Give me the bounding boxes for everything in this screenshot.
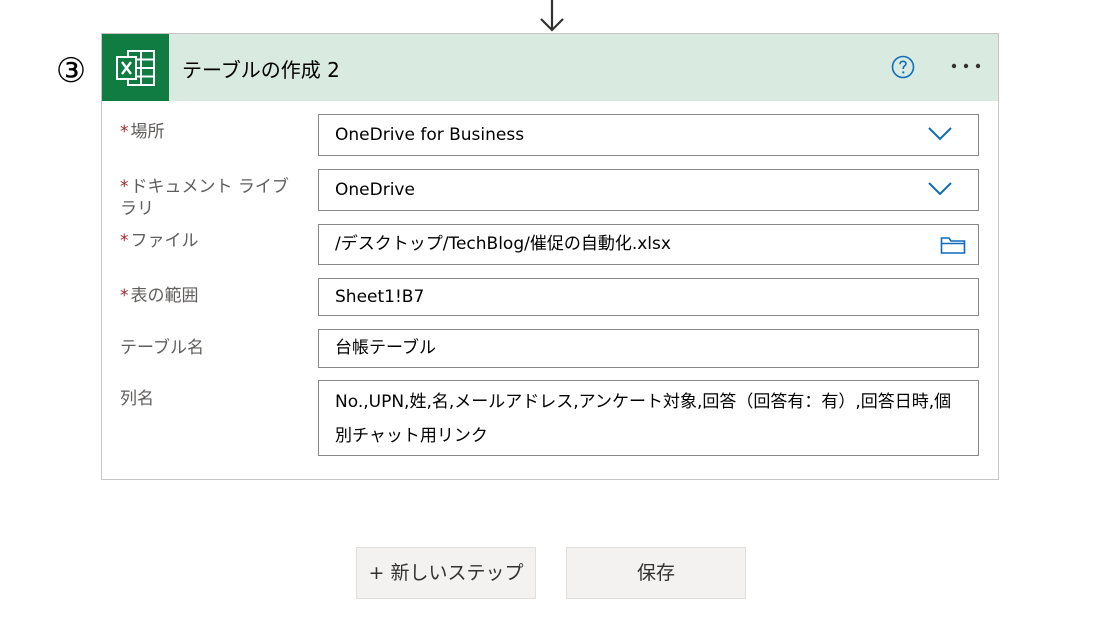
required-marker: *: [120, 231, 129, 251]
required-marker: *: [120, 122, 129, 142]
field-label-table-range: * 表の範囲: [120, 285, 300, 307]
chevron-down-icon[interactable]: [928, 127, 952, 141]
file-label-text: ファイル: [130, 231, 199, 251]
excel-icon: [116, 50, 155, 86]
new-step-button[interactable]: + 新しいステップ: [356, 547, 536, 599]
file-input[interactable]: /デスクトップ/TechBlog/催促の自動化.xlsx: [318, 224, 979, 265]
table-name-value: 台帳テーブル: [335, 338, 436, 358]
more-icon[interactable]: [949, 56, 985, 76]
field-label-column-names: 列名: [120, 388, 300, 410]
document-library-value: OneDrive: [335, 180, 415, 200]
table-range-label-text: 表の範囲: [130, 286, 199, 306]
file-value: /デスクトップ/TechBlog/催促の自動化.xlsx: [335, 234, 671, 254]
location-dropdown[interactable]: OneDrive for Business: [318, 114, 979, 156]
folder-icon[interactable]: [940, 235, 966, 255]
flow-designer-canvas: ③ テーブルの作成 2 * 場所 OneDrive for Business *…: [0, 0, 1111, 624]
step-number: ③: [55, 51, 87, 91]
table-name-label-text: テーブル名: [120, 338, 204, 358]
column-names-value: No.,UPN,姓,名,メールアドレス,アンケート対象,回答（回答有：有）,回答…: [335, 392, 952, 446]
card-header[interactable]: テーブルの作成 2: [102, 34, 998, 101]
location-value: OneDrive for Business: [335, 125, 525, 145]
table-name-input[interactable]: 台帳テーブル: [318, 329, 979, 368]
field-label-file: * ファイル: [120, 230, 300, 252]
table-range-value: Sheet1!B7: [335, 287, 425, 307]
location-label-text: 場所: [130, 122, 165, 142]
arrow-down-icon: [540, 0, 564, 32]
document-library-label-text: ドキュメント ライブラリ: [120, 177, 289, 219]
field-label-document-library: * ドキュメント ライブラリ: [120, 176, 300, 220]
required-marker: *: [120, 177, 129, 197]
column-names-input[interactable]: No.,UPN,姓,名,メールアドレス,アンケート対象,回答（回答有：有）,回答…: [318, 380, 979, 456]
required-marker: *: [120, 286, 129, 306]
field-label-location: * 場所: [120, 121, 300, 143]
card-title[interactable]: テーブルの作成 2: [182, 54, 340, 83]
save-button[interactable]: 保存: [566, 547, 746, 599]
field-label-table-name: テーブル名: [120, 337, 300, 359]
column-names-label-text: 列名: [120, 389, 154, 409]
table-range-input[interactable]: Sheet1!B7: [318, 278, 979, 316]
help-icon[interactable]: [891, 55, 915, 79]
document-library-dropdown[interactable]: OneDrive: [318, 169, 979, 211]
excel-tile: [102, 34, 169, 101]
chevron-down-icon[interactable]: [928, 182, 952, 196]
action-card-create-table: テーブルの作成 2 * 場所 OneDrive for Business * ド…: [101, 33, 999, 480]
